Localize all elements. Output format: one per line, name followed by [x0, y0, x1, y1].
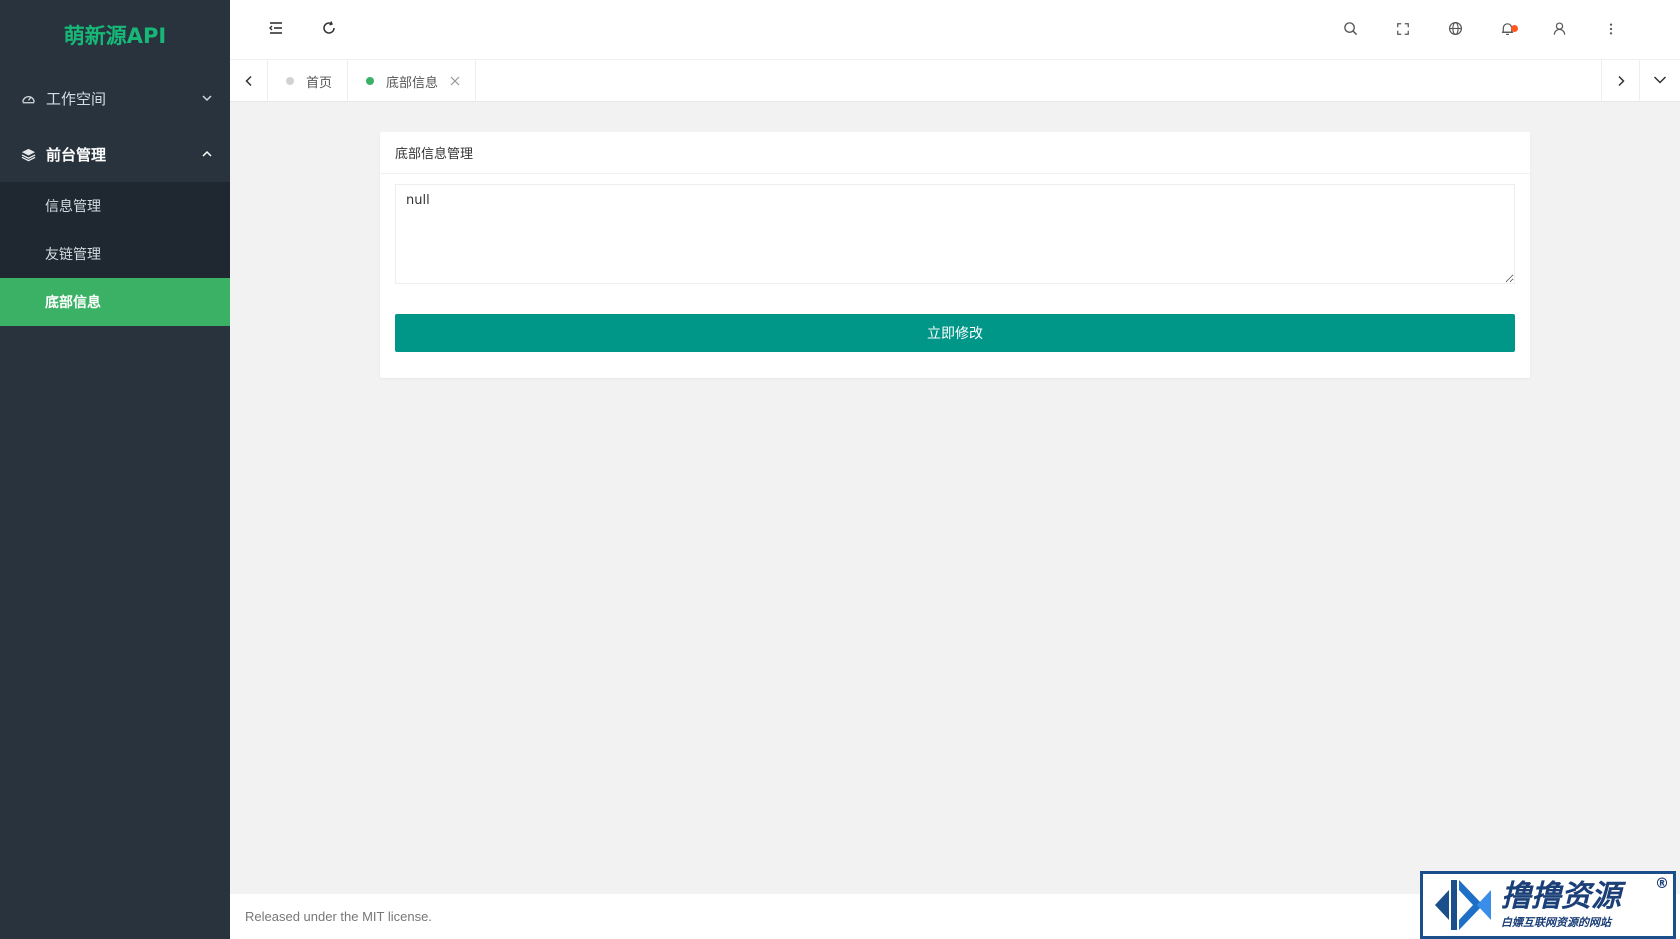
layers-icon — [20, 146, 36, 162]
watermark-subtitle: 白嫖互联网资源的网站 — [1501, 916, 1611, 929]
tabs-bar: 首页 底部信息 — [230, 60, 1680, 102]
watermark-title: 撸撸资源 — [1501, 879, 1621, 914]
submit-button[interactable]: 立即修改 — [395, 314, 1515, 352]
sidebar-group-workspace[interactable]: 工作空间 — [0, 70, 230, 126]
chevron-left-icon — [243, 72, 255, 91]
watermark-logo-icon — [1435, 880, 1491, 930]
chevron-right-icon — [1615, 72, 1627, 91]
sidebar-sublist: 信息管理 友链管理 底部信息 — [0, 182, 230, 326]
dashboard-icon — [20, 90, 36, 106]
app-logo[interactable]: 萌新源API — [0, 0, 230, 70]
tab-footer-info[interactable]: 底部信息 — [348, 60, 477, 102]
tabs-list: 首页 底部信息 — [268, 60, 477, 102]
chevron-down-icon — [1653, 72, 1667, 91]
notification-dot — [1511, 25, 1518, 32]
tabs-scroll-right-button[interactable] — [1601, 60, 1639, 102]
notification-button[interactable] — [1492, 15, 1522, 45]
language-button[interactable] — [1440, 15, 1470, 45]
tab-label: 首页 — [306, 75, 333, 91]
sidebar-item-friend-links[interactable]: 友链管理 — [0, 230, 230, 278]
sidebar-group-frontend[interactable]: 前台管理 — [0, 126, 230, 182]
fullscreen-button[interactable] — [1388, 15, 1418, 45]
refresh-button[interactable] — [314, 15, 344, 45]
tab-status-dot — [366, 77, 375, 85]
user-icon — [1552, 21, 1567, 40]
sidebar-item-info-management[interactable]: 信息管理 — [0, 182, 230, 230]
watermark-badge: 撸撸资源 白嫖互联网资源的网站 ® — [1420, 871, 1676, 939]
sidebar-group-label: 前台管理 — [46, 145, 107, 164]
sidebar-item-footer-info[interactable]: 底部信息 — [0, 278, 230, 326]
footer-info-card: 底部信息管理 null 立即修改 — [380, 132, 1530, 378]
footer-info-textarea[interactable]: null — [395, 184, 1515, 284]
close-icon[interactable] — [450, 76, 460, 86]
globe-icon — [1448, 21, 1463, 40]
tab-home[interactable]: 首页 — [268, 60, 349, 102]
user-button[interactable] — [1544, 15, 1574, 45]
menu-collapse-icon — [268, 20, 284, 40]
top-header — [230, 0, 1680, 60]
card-body: null 立即修改 — [380, 174, 1530, 362]
license-text: Released under the MIT license. — [245, 909, 432, 924]
watermark-text: 撸撸资源 白嫖互联网资源的网站 — [1501, 880, 1621, 930]
sidebar-group-label: 工作空间 — [46, 89, 107, 108]
search-icon — [1343, 21, 1358, 40]
chevron-down-icon — [200, 91, 214, 105]
fullscreen-icon — [1396, 21, 1410, 40]
tab-label: 底部信息 — [386, 75, 439, 91]
more-vertical-icon — [1604, 21, 1618, 40]
tabs-scroll-left-button[interactable] — [230, 60, 268, 102]
tabs-menu-button[interactable] — [1639, 60, 1680, 102]
registered-mark: ® — [1655, 876, 1669, 892]
sidebar: 萌新源API 工作空间 前台管理 信息管理 友链管理 底部信息 — [0, 0, 230, 939]
menu-collapse-button[interactable] — [261, 15, 291, 45]
more-button[interactable] — [1596, 15, 1626, 45]
tab-status-dot — [286, 77, 294, 85]
card-title: 底部信息管理 — [380, 132, 1530, 174]
search-button[interactable] — [1335, 15, 1365, 45]
refresh-icon — [321, 20, 337, 40]
chevron-up-icon — [200, 147, 214, 161]
